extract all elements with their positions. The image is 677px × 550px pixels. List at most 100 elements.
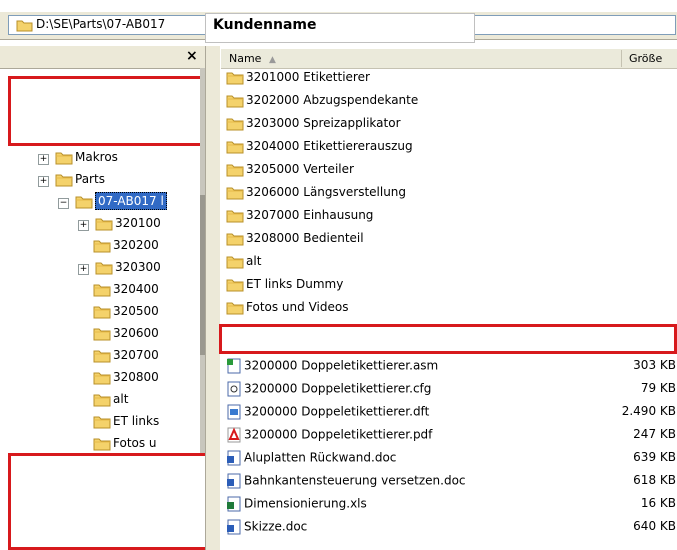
file-name: 3200000 Doppeletikettierer.dft xyxy=(244,404,430,419)
tree-item[interactable]: ET links xyxy=(38,414,203,436)
file-size: 247 KB xyxy=(633,427,676,441)
folder-row[interactable]: 3205000 Verteiler xyxy=(226,162,676,185)
folder-icon xyxy=(226,256,244,269)
column-header-name[interactable]: Name ▲ xyxy=(229,52,276,65)
folder-name: ET links Dummy xyxy=(246,277,344,291)
folder-name: 3205000 Verteiler xyxy=(246,162,354,176)
folder-row[interactable]: ET links Dummy xyxy=(226,277,676,300)
folder-row[interactable]: 3204000 Etikettiererauszug xyxy=(226,139,676,162)
word-icon xyxy=(227,519,241,535)
folder-name: 3207000 Einhausung xyxy=(246,208,374,222)
tree-item[interactable]: 320500 xyxy=(38,304,203,326)
folder-row[interactable]: 3202000 Abzugspendekante xyxy=(226,93,676,116)
folder-row[interactable]: alt xyxy=(226,254,676,277)
tree-item[interactable]: alt xyxy=(38,392,203,414)
tree-item[interactable]: 320200 xyxy=(38,238,203,260)
tree-item[interactable]: 320400 xyxy=(38,282,203,304)
pane-splitter[interactable] xyxy=(205,46,221,550)
tree-item-label: ET links xyxy=(113,414,160,428)
tree-item[interactable]: +320100 xyxy=(38,216,203,238)
file-size: 2.490 KB xyxy=(621,404,676,418)
folder-row[interactable]: 3208000 Bedienteil xyxy=(226,231,676,254)
folder-icon xyxy=(226,141,244,154)
file-name: Bahnkantensteuerung versetzen.doc xyxy=(244,473,466,488)
sort-ascending-icon: ▲ xyxy=(268,55,276,65)
tree-item-label: 320300 xyxy=(115,260,161,274)
file-size: 303 KB xyxy=(633,358,676,372)
folder-icon xyxy=(55,152,73,165)
folder-icon xyxy=(226,72,244,85)
tree-item-label: 320700 xyxy=(113,348,159,362)
expand-toggle-icon[interactable]: − xyxy=(58,198,69,209)
folder-row[interactable]: 3203000 Spreizapplikator xyxy=(226,116,676,139)
folder-name: 3204000 Etikettiererauszug xyxy=(246,139,413,153)
file-row[interactable]: 3200000 Doppeletikettierer.dft 2.490 KB xyxy=(226,404,676,427)
column-separator[interactable] xyxy=(621,50,622,67)
tree-item[interactable]: 320700 xyxy=(38,348,203,370)
folder-name: 3203000 Spreizapplikator xyxy=(246,116,401,130)
folder-icon xyxy=(226,118,244,131)
folder-icon xyxy=(93,306,111,319)
file-name: 3200000 Doppeletikettierer.asm xyxy=(244,358,439,373)
folder-name: Fotos und Videos xyxy=(246,300,349,314)
file-row[interactable]: Skizze.doc 640 KB xyxy=(226,519,676,542)
folder-icon xyxy=(75,196,93,209)
folder-row[interactable]: Fotos und Videos xyxy=(226,300,676,323)
folder-icon xyxy=(226,210,244,223)
file-row[interactable]: 3200000 Doppeletikettierer.cfg 79 KB xyxy=(226,381,676,404)
tree-item-label: Makros xyxy=(75,150,118,164)
folder-name: 3201000 Etikettierer xyxy=(246,70,370,84)
tree-item-label: Parts xyxy=(75,172,105,186)
column-header-size[interactable]: Größe xyxy=(629,52,662,65)
folder-icon xyxy=(93,240,111,253)
folder-row[interactable]: 3207000 Einhausung xyxy=(226,208,676,231)
close-icon[interactable]: × xyxy=(186,48,198,64)
folder-icon xyxy=(93,328,111,341)
dft-icon xyxy=(227,404,241,420)
excel-icon xyxy=(227,496,241,512)
file-row[interactable]: Bahnkantensteuerung versetzen.doc 618 KB xyxy=(226,473,676,496)
file-name: Skizze.doc xyxy=(244,519,308,534)
expand-toggle-icon[interactable]: + xyxy=(38,154,49,165)
folder-icon xyxy=(93,416,111,429)
tree-item[interactable]: − 07-AB017 l xyxy=(38,192,203,216)
expand-toggle-icon[interactable]: + xyxy=(78,220,89,231)
pdf-icon xyxy=(227,427,241,443)
folder-row[interactable]: 3206000 Längsverstellung xyxy=(226,185,676,208)
expand-toggle-icon[interactable]: + xyxy=(38,176,49,187)
file-size: 618 KB xyxy=(633,473,676,487)
file-row[interactable]: Dimensionierung.xls 16 KB xyxy=(226,496,676,519)
folder-name: 3208000 Bedienteil xyxy=(246,231,364,245)
file-row[interactable]: 3200000 Doppeletikettierer.pdf 247 KB xyxy=(226,427,676,450)
tree-item[interactable]: + Parts xyxy=(38,172,203,194)
tree-item-label: 320100 xyxy=(115,216,161,230)
expand-toggle-icon[interactable]: + xyxy=(78,264,89,275)
folder-name: alt xyxy=(246,254,262,268)
file-name: 3200000 Doppeletikettierer.cfg xyxy=(244,381,432,396)
address-path[interactable]: D:\SE\Parts\07-AB017 xyxy=(36,17,165,31)
tree-item[interactable]: 320600 xyxy=(38,326,203,348)
folder-row[interactable]: 3201000 Etikettierer xyxy=(226,70,676,93)
tree-item[interactable]: 320800 xyxy=(38,370,203,392)
file-size: 639 KB xyxy=(633,450,676,464)
folder-icon xyxy=(226,279,244,292)
tree-item-label: alt xyxy=(113,392,129,406)
file-list: 3200000 Doppeletikettierer.asm 303 KB 3200… xyxy=(226,358,676,542)
tree-item-label: 320600 xyxy=(113,326,159,340)
word-icon xyxy=(227,450,241,466)
tree-item[interactable]: + Makros xyxy=(38,150,203,172)
tree-item[interactable]: +320300 xyxy=(38,260,203,282)
tree-item-label: 320200 xyxy=(113,238,159,252)
tree-item-label: Fotos u xyxy=(113,436,157,450)
folder-icon xyxy=(226,302,244,315)
word-icon xyxy=(227,473,241,489)
file-row[interactable]: Aluplatten Rückwand.doc 639 KB xyxy=(226,450,676,473)
folder-icon xyxy=(93,438,111,451)
folder-icon xyxy=(55,174,73,187)
file-row[interactable]: 3200000 Doppeletikettierer.asm 303 KB xyxy=(226,358,676,381)
file-name: 3200000 Doppeletikettierer.pdf xyxy=(244,427,433,442)
